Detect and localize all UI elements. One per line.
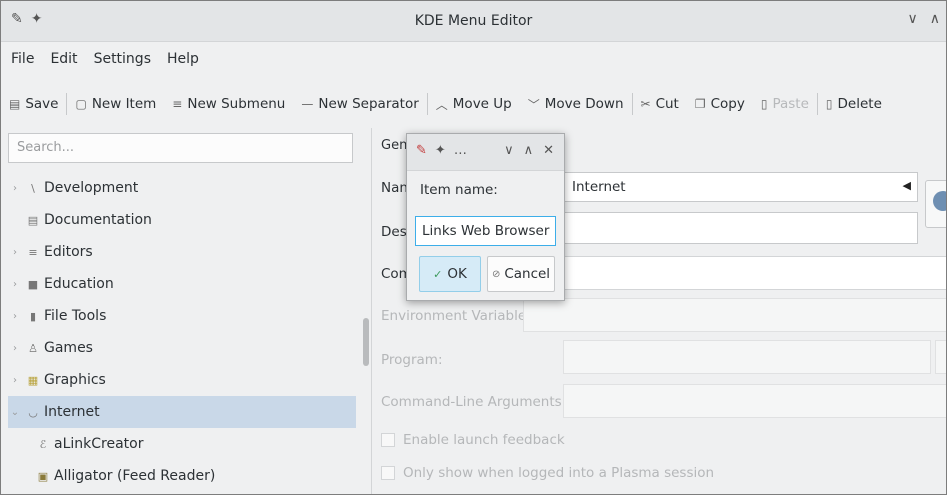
paste-button[interactable]: ▯ Paste bbox=[753, 89, 817, 119]
sidebar: Search... › \ Development ▤ Documentation ›… bbox=[8, 128, 369, 494]
name-label: Nan bbox=[381, 180, 408, 196]
minimize-icon[interactable]: ∨ bbox=[908, 11, 918, 27]
tree-item-games[interactable]: › ♙ Games bbox=[8, 332, 356, 364]
tree-item-file-tools[interactable]: › ▮ File Tools bbox=[8, 300, 356, 332]
cancel-button[interactable]: ⊘ Cancel bbox=[487, 256, 555, 292]
tree-item-development[interactable]: › \ Development bbox=[8, 172, 356, 204]
chevron-right-icon[interactable]: › bbox=[8, 183, 22, 194]
maximize-icon[interactable]: ∧ bbox=[524, 143, 534, 158]
menu-file[interactable]: File bbox=[11, 47, 34, 73]
launch-feedback-checkbox[interactable]: Enable launch feedback bbox=[381, 432, 565, 448]
program-browse-button[interactable] bbox=[935, 340, 946, 374]
chevron-right-icon[interactable]: › bbox=[8, 311, 22, 322]
new-separator-button[interactable]: — New Separator bbox=[293, 89, 426, 119]
games-icon: ♙ bbox=[28, 341, 38, 355]
tree-item-alinkcreator[interactable]: ℰaLinkCreator bbox=[8, 428, 356, 460]
icon-chooser-button[interactable] bbox=[925, 180, 946, 228]
toolbar: ▤ Save ▢ New Item ≡ New Submenu — New Separa… bbox=[1, 87, 946, 121]
plasma-only-checkbox[interactable]: Only show when logged into a Plasma sess… bbox=[381, 465, 714, 481]
chevron-right-icon[interactable]: › bbox=[8, 247, 22, 258]
tree-item-alligator[interactable]: ▣ Alligator (Feed Reader) bbox=[8, 460, 356, 492]
window-title: KDE Menu Editor bbox=[414, 13, 533, 29]
move-up-button[interactable]: ︿ Move Up bbox=[428, 89, 520, 119]
maximize-icon[interactable]: ∧ bbox=[930, 11, 940, 27]
chevron-right-icon[interactable]: › bbox=[8, 343, 22, 354]
checkbox-box bbox=[381, 433, 395, 447]
alligator-icon: ▣ bbox=[37, 469, 49, 483]
menu-edit[interactable]: Edit bbox=[50, 47, 77, 73]
cut-button[interactable]: ✂ Cut bbox=[633, 89, 687, 119]
checkbox-box bbox=[381, 466, 395, 480]
graphics-icon: ▦ bbox=[27, 373, 39, 387]
copy-icon: ❐ bbox=[694, 97, 706, 111]
panel-divider[interactable] bbox=[371, 128, 372, 494]
internet-icon: ◡ bbox=[28, 405, 38, 419]
program-field[interactable] bbox=[563, 340, 931, 374]
environment-variables-label: Environment Variables: bbox=[381, 308, 538, 324]
new-separator-icon: — bbox=[301, 97, 314, 111]
checkmark-icon: ✓ bbox=[433, 267, 443, 281]
menu-tree: › \ Development ▤ Documentation › ≡ Editors ›… bbox=[8, 172, 356, 492]
delete-button[interactable]: ▯ Delete bbox=[818, 89, 890, 119]
pin-icon[interactable]: ✦ bbox=[435, 143, 446, 158]
new-submenu-icon: ≡ bbox=[172, 97, 183, 111]
description-field[interactable] bbox=[563, 212, 918, 244]
chevron-down-icon: ﹀ bbox=[527, 97, 540, 112]
title-bar[interactable]: ✎ ✦ KDE Menu Editor ∨ ∧ bbox=[1, 1, 946, 42]
new-submenu-button[interactable]: ≡ New Submenu bbox=[164, 89, 293, 119]
tree-item-internet[interactable]: ⌄ ◡ Internet bbox=[8, 396, 356, 428]
command-line-arguments-label: Command-Line Arguments: bbox=[381, 394, 567, 410]
chevron-up-icon: ︿ bbox=[435, 97, 448, 112]
alinkcreator-icon: ℰ bbox=[39, 437, 47, 451]
education-icon: ■ bbox=[27, 277, 39, 291]
file-tools-icon: ▮ bbox=[29, 309, 37, 323]
tab-general[interactable]: Gen bbox=[381, 138, 407, 153]
dialog-title-bar[interactable]: ✎ ✦ … ∨ ∧ ✕ bbox=[407, 134, 564, 171]
program-label: Program: bbox=[381, 352, 443, 368]
tree-item-documentation[interactable]: ▤ Documentation bbox=[8, 204, 356, 236]
item-name-label: Item name: bbox=[420, 182, 498, 198]
chevron-right-icon[interactable]: › bbox=[8, 279, 22, 290]
globe-icon bbox=[933, 191, 946, 211]
tree-item-education[interactable]: › ■ Education bbox=[8, 268, 356, 300]
ok-button[interactable]: ✓ OK bbox=[419, 256, 481, 292]
development-icon: \ bbox=[31, 181, 35, 195]
close-icon[interactable]: ✕ bbox=[543, 143, 554, 158]
new-item-icon: ▢ bbox=[75, 97, 87, 111]
name-field[interactable]: Internet ◀ bbox=[563, 172, 918, 202]
item-name-input[interactable]: Links Web Browser bbox=[415, 216, 556, 246]
chevron-down-icon[interactable]: ⌄ bbox=[8, 407, 22, 418]
editors-icon: ≡ bbox=[28, 245, 38, 259]
description-label: Des bbox=[381, 224, 407, 240]
environment-variables-field[interactable] bbox=[523, 298, 946, 332]
save-button[interactable]: ▤ Save bbox=[1, 89, 66, 119]
paste-icon: ▯ bbox=[760, 97, 768, 111]
comment-field[interactable] bbox=[563, 256, 946, 290]
documentation-icon: ▤ bbox=[27, 213, 39, 227]
scissors-icon: ✂ bbox=[640, 97, 651, 111]
tree-item-editors[interactable]: › ≡ Editors bbox=[8, 236, 356, 268]
copy-button[interactable]: ❐ Copy bbox=[687, 89, 753, 119]
search-input[interactable]: Search... bbox=[8, 133, 353, 163]
clear-icon[interactable]: ◀ bbox=[903, 179, 911, 192]
menu-settings[interactable]: Settings bbox=[94, 47, 151, 73]
item-name-dialog: ✎ ✦ … ∨ ∧ ✕ Item name: Links Web Browser… bbox=[406, 133, 565, 301]
save-icon: ▤ bbox=[9, 97, 21, 111]
app-icon: ✎ bbox=[416, 143, 427, 158]
trash-icon: ▯ bbox=[825, 97, 833, 111]
chevron-right-icon[interactable]: › bbox=[8, 375, 22, 386]
minimize-icon[interactable]: ∨ bbox=[504, 143, 514, 158]
menu-help[interactable]: Help bbox=[167, 47, 199, 73]
more-icon[interactable]: … bbox=[454, 143, 467, 158]
command-line-arguments-field[interactable] bbox=[563, 384, 946, 418]
tree-item-graphics[interactable]: › ▦ Graphics bbox=[8, 364, 356, 396]
kde-menu-editor-window: ✎ ✦ KDE Menu Editor ∨ ∧ File Edit Settin… bbox=[0, 0, 947, 495]
move-down-button[interactable]: ﹀ Move Down bbox=[520, 89, 632, 119]
sidebar-scrollbar[interactable] bbox=[363, 318, 369, 366]
menu-bar: File Edit Settings Help bbox=[1, 47, 946, 73]
cancel-icon: ⊘ bbox=[491, 268, 501, 280]
new-item-button[interactable]: ▢ New Item bbox=[67, 89, 164, 119]
